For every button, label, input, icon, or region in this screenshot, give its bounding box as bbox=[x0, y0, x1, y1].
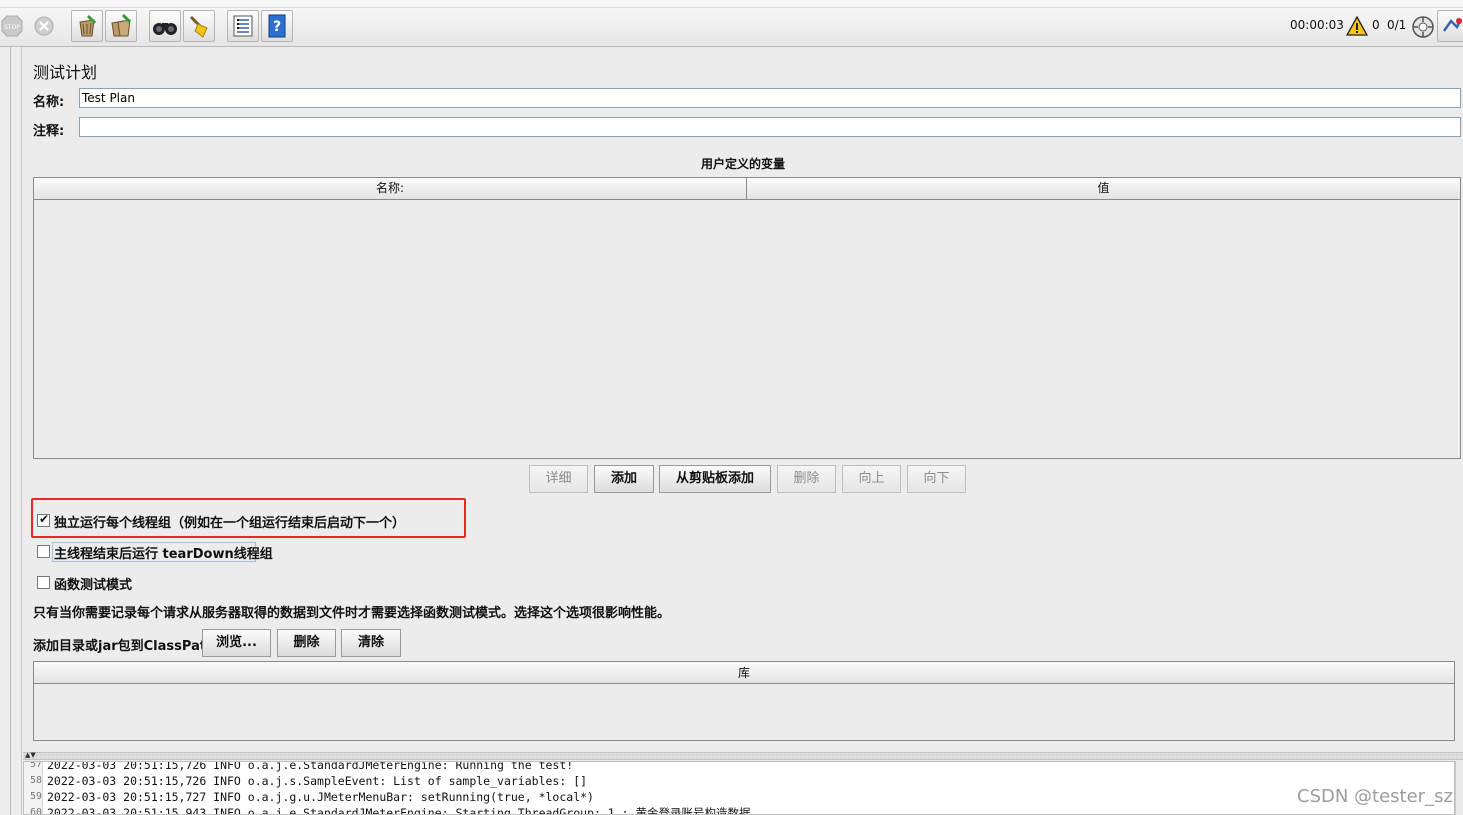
line-number: 60 bbox=[24, 805, 42, 814]
log-text: 2022-03-03 20:51:15,727 INFO o.a.j.g.u.J… bbox=[47, 790, 594, 804]
svg-text:STOP: STOP bbox=[4, 24, 20, 31]
function-helper-icon bbox=[233, 15, 253, 37]
teardown-checkbox[interactable] bbox=[37, 545, 50, 558]
log-splitter[interactable] bbox=[23, 752, 1463, 760]
line-number: 58 bbox=[24, 773, 42, 789]
checkmark-icon: ✔ bbox=[39, 512, 50, 526]
clear-button[interactable] bbox=[71, 10, 103, 42]
serialize-threadgroups-checkbox[interactable]: ✔ bbox=[37, 512, 50, 527]
warning-icon[interactable] bbox=[1346, 16, 1368, 36]
shutdown-icon bbox=[34, 16, 54, 36]
menu-bar-edge bbox=[0, 0, 1463, 8]
user-variables-table[interactable]: 名称: 值 bbox=[33, 177, 1461, 459]
clear-all-button[interactable] bbox=[105, 10, 137, 42]
column-header-name[interactable]: 名称: bbox=[34, 178, 747, 199]
log-viewer-button[interactable] bbox=[1437, 10, 1463, 42]
reset-search-button[interactable] bbox=[183, 10, 215, 42]
clear-icon bbox=[79, 14, 97, 37]
user-variables-title: 用户定义的变量 bbox=[700, 157, 785, 171]
classpath-label: 添加目录或jar包到ClassPath bbox=[33, 639, 216, 654]
add-button[interactable]: 添加 bbox=[594, 465, 654, 493]
name-label: 名称: bbox=[33, 95, 65, 110]
classpath-table[interactable]: 库 bbox=[33, 661, 1455, 741]
splitter-arrows-icon[interactable]: ▲▼ bbox=[25, 752, 36, 759]
clear-all-icon bbox=[111, 14, 132, 37]
active-threads: 0/1 bbox=[1387, 18, 1407, 32]
line-number: 57 bbox=[24, 762, 42, 773]
column-header-value[interactable]: 值 bbox=[747, 178, 1460, 199]
functional-mode-label[interactable]: 函数测试模式 bbox=[54, 574, 132, 593]
log-text: 2022-03-03 20:51:15,726 INFO o.a.j.e.Sta… bbox=[47, 761, 574, 772]
tree-panel-edge[interactable] bbox=[0, 47, 22, 815]
clear-classpath-button[interactable]: 清除 bbox=[341, 629, 401, 657]
binoculars-icon bbox=[153, 23, 177, 35]
delete-classpath-button[interactable]: 删除 bbox=[277, 629, 336, 657]
panel-divider bbox=[10, 47, 11, 815]
line-number: 59 bbox=[24, 789, 42, 805]
functional-mode-note: 只有当你需要记录每个请求从服务器取得的数据到文件时才需要选择函数测试模式。选择这… bbox=[33, 606, 671, 621]
stop-button[interactable]: STOP bbox=[0, 10, 28, 42]
watermark: CSDN @tester_sz bbox=[1297, 786, 1453, 807]
add-from-clipboard-button[interactable]: 从剪贴板添加 bbox=[659, 465, 771, 493]
function-helper-button[interactable] bbox=[227, 10, 259, 42]
move-down-button[interactable]: 向下 bbox=[907, 465, 966, 493]
stop-icon: STOP bbox=[1, 15, 23, 37]
functional-mode-checkbox[interactable] bbox=[37, 576, 50, 589]
comment-label: 注释: bbox=[33, 124, 65, 139]
move-up-button[interactable]: 向上 bbox=[842, 465, 901, 493]
name-input[interactable] bbox=[79, 88, 1461, 108]
page-title: 测试计划 bbox=[33, 63, 98, 82]
log-scrollbar[interactable] bbox=[1455, 761, 1463, 815]
help-button[interactable]: ? bbox=[261, 10, 293, 42]
teardown-label[interactable]: 主线程结束后运行 tearDown线程组 bbox=[54, 543, 273, 562]
help-icon: ? bbox=[268, 14, 286, 38]
detail-button[interactable]: 详细 bbox=[529, 465, 588, 493]
shutdown-button[interactable] bbox=[28, 10, 60, 42]
log-text: 2022-03-03 20:51:15,726 INFO o.a.j.s.Sam… bbox=[47, 774, 588, 788]
elapsed-time: 00:00:03 bbox=[1290, 18, 1344, 32]
broom-icon bbox=[189, 15, 208, 38]
comment-input[interactable] bbox=[79, 117, 1461, 137]
main-toolbar: STOP ? 00:00:03 0 0/1 bbox=[0, 0, 1463, 47]
delete-variable-button[interactable]: 删除 bbox=[777, 465, 836, 493]
log-panel[interactable]: 57 2022-03-03 20:51:15,726 INFO o.a.j.e.… bbox=[23, 761, 1455, 815]
serialize-threadgroups-label[interactable]: 独立运行每个线程组（例如在一个组运行结束后启动下一个） bbox=[54, 512, 405, 531]
svg-text:?: ? bbox=[273, 19, 281, 35]
log-text: 2022-03-03 20:51:15,943 INFO o.a.j.e.Sta… bbox=[47, 806, 751, 815]
remote-status-icon bbox=[1412, 16, 1434, 38]
table-header: 名称: 值 bbox=[34, 178, 1460, 200]
search-button[interactable] bbox=[149, 10, 181, 42]
browse-button[interactable]: 浏览... bbox=[202, 629, 271, 657]
warning-count: 0 bbox=[1372, 18, 1380, 32]
column-header-library[interactable]: 库 bbox=[34, 662, 1454, 684]
test-plan-panel: 测试计划 名称: 注释: 用户定义的变量 名称: 值 详细 添加 从剪贴板添加 … bbox=[23, 47, 1463, 757]
log-icon bbox=[1442, 18, 1463, 32]
